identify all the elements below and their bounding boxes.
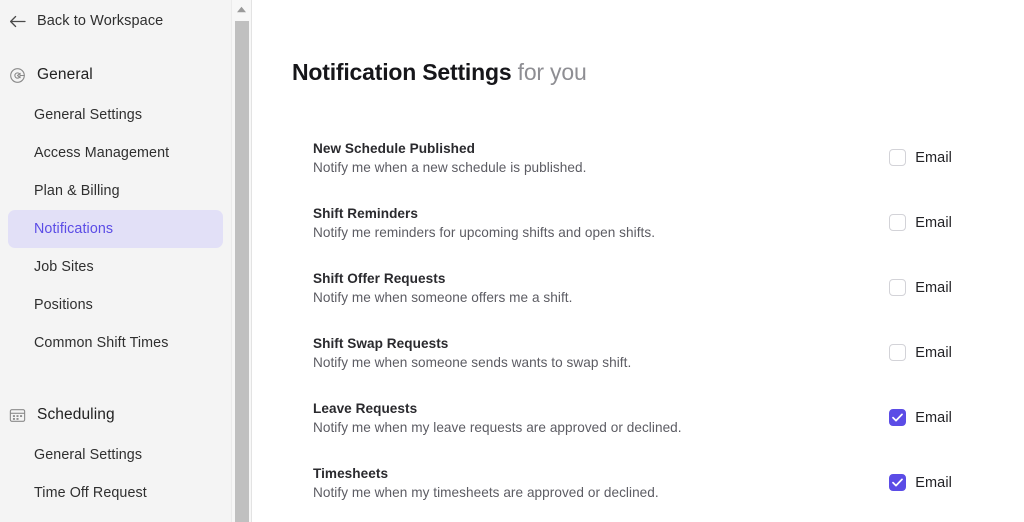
notification-description: Notify me when my timesheets are approve… bbox=[313, 484, 659, 500]
notification-row-shift-reminders: Shift Reminders Notify me reminders for … bbox=[313, 190, 1024, 255]
sidebar-item-access-management[interactable]: Access Management bbox=[8, 134, 223, 172]
email-label: Email bbox=[915, 279, 952, 296]
email-checkbox[interactable] bbox=[889, 149, 907, 167]
row-text: Leave Requests Notify me when my leave r… bbox=[313, 401, 682, 435]
row-text: Shift Swap Requests Notify me when someo… bbox=[313, 336, 631, 370]
sidebar-item-label: Access Management bbox=[34, 145, 170, 161]
sidebar-scrollbar[interactable] bbox=[231, 0, 252, 522]
sidebar-item-positions[interactable]: Positions bbox=[8, 286, 223, 324]
sidebar-item-job-sites[interactable]: Job Sites bbox=[8, 248, 223, 286]
back-to-workspace-label: Back to Workspace bbox=[37, 13, 164, 29]
email-checkbox[interactable] bbox=[889, 214, 907, 232]
sidebar-item-label: General Settings bbox=[34, 447, 143, 463]
sidebar-item-label: Common Shift Times bbox=[34, 335, 169, 351]
notification-title: Shift Offer Requests bbox=[313, 270, 446, 286]
page-title: Notification Settings for you bbox=[231, 0, 1024, 85]
row-text: Shift Reminders Notify me reminders for … bbox=[313, 206, 655, 240]
notification-settings-list: New Schedule Published Notify me when a … bbox=[231, 125, 1024, 515]
gear-icon bbox=[8, 66, 26, 84]
notification-title: Timesheets bbox=[313, 465, 389, 481]
sidebar-section-title-scheduling: Scheduling bbox=[37, 406, 115, 423]
settings-page: Back to Workspace General General Settin… bbox=[0, 0, 1024, 522]
email-toggle-timesheets[interactable]: Email bbox=[889, 474, 952, 492]
email-label: Email bbox=[915, 214, 952, 231]
back-to-workspace-button[interactable]: Back to Workspace bbox=[0, 0, 231, 42]
notification-row-leave-requests: Leave Requests Notify me when my leave r… bbox=[313, 385, 1024, 450]
settings-sidebar: Back to Workspace General General Settin… bbox=[0, 0, 231, 522]
notification-title: Shift Reminders bbox=[313, 205, 418, 221]
page-title-suffix: for you bbox=[517, 59, 587, 85]
sidebar-section-header-general[interactable]: General bbox=[0, 60, 231, 90]
row-text: New Schedule Published Notify me when a … bbox=[313, 141, 586, 175]
email-toggle-shift-offer-requests[interactable]: Email bbox=[889, 279, 952, 297]
sidebar-scrollbar-thumb[interactable] bbox=[235, 21, 249, 522]
email-checkbox[interactable] bbox=[889, 409, 907, 427]
notification-description: Notify me when a new schedule is publish… bbox=[313, 159, 587, 175]
sidebar-item-common-shift-times[interactable]: Common Shift Times bbox=[8, 324, 223, 362]
sidebar-item-label: Time Off Request bbox=[34, 485, 147, 501]
email-toggle-shift-reminders[interactable]: Email bbox=[889, 214, 952, 232]
sidebar-item-general-settings[interactable]: General Settings bbox=[8, 96, 223, 134]
notification-row-shift-swap-requests: Shift Swap Requests Notify me when someo… bbox=[313, 320, 1024, 385]
sidebar-section-header-scheduling[interactable]: Scheduling bbox=[0, 400, 231, 430]
sidebar-section-general: General General Settings Access Manageme… bbox=[0, 60, 231, 362]
sidebar-item-plan-billing[interactable]: Plan & Billing bbox=[8, 172, 223, 210]
email-toggle-new-schedule-published[interactable]: Email bbox=[889, 149, 952, 167]
sidebar-item-label: Plan & Billing bbox=[34, 183, 120, 199]
email-toggle-leave-requests[interactable]: Email bbox=[889, 409, 952, 427]
sidebar-section-title-general: General bbox=[37, 66, 93, 83]
row-text: Shift Offer Requests Notify me when some… bbox=[313, 271, 572, 305]
sidebar-item-notifications[interactable]: Notifications bbox=[8, 210, 223, 248]
notification-title: Leave Requests bbox=[313, 400, 418, 416]
email-label: Email bbox=[915, 409, 952, 426]
scroll-up-arrow-icon[interactable] bbox=[232, 0, 251, 19]
email-label: Email bbox=[915, 474, 952, 491]
sidebar-item-label: Positions bbox=[34, 297, 93, 313]
row-text: Timesheets Notify me when my timesheets … bbox=[313, 466, 659, 500]
sidebar-item-label: Job Sites bbox=[34, 259, 94, 275]
sidebar-section-scheduling: Scheduling General Settings Time Off Req… bbox=[0, 400, 231, 512]
sidebar-item-scheduling-general-settings[interactable]: General Settings bbox=[8, 436, 223, 474]
notification-title: New Schedule Published bbox=[313, 140, 475, 156]
notification-description: Notify me reminders for upcoming shifts … bbox=[313, 224, 656, 240]
email-checkbox[interactable] bbox=[889, 474, 907, 492]
page-title-primary: Notification Settings bbox=[292, 59, 512, 85]
email-label: Email bbox=[915, 149, 952, 166]
notification-title: Shift Swap Requests bbox=[313, 335, 449, 351]
sidebar-item-label: Notifications bbox=[34, 221, 114, 237]
sidebar-item-time-off-request[interactable]: Time Off Request bbox=[8, 474, 223, 512]
notification-row-new-schedule-published: New Schedule Published Notify me when a … bbox=[313, 125, 1024, 190]
calendar-icon bbox=[8, 406, 26, 424]
notification-row-timesheets: Timesheets Notify me when my timesheets … bbox=[313, 450, 1024, 515]
notification-description: Notify me when my leave requests are app… bbox=[313, 419, 682, 435]
main-content: Notification Settings for you New Schedu… bbox=[231, 0, 1024, 522]
email-label: Email bbox=[915, 344, 952, 361]
notification-description: Notify me when someone offers me a shift… bbox=[313, 289, 573, 305]
email-toggle-shift-swap-requests[interactable]: Email bbox=[889, 344, 952, 362]
arrow-left-icon bbox=[8, 12, 26, 30]
email-checkbox[interactable] bbox=[889, 279, 907, 297]
notification-description: Notify me when someone sends wants to sw… bbox=[313, 354, 632, 370]
notification-row-shift-offer-requests: Shift Offer Requests Notify me when some… bbox=[313, 255, 1024, 320]
sidebar-item-label: General Settings bbox=[34, 107, 143, 123]
email-checkbox[interactable] bbox=[889, 344, 907, 362]
